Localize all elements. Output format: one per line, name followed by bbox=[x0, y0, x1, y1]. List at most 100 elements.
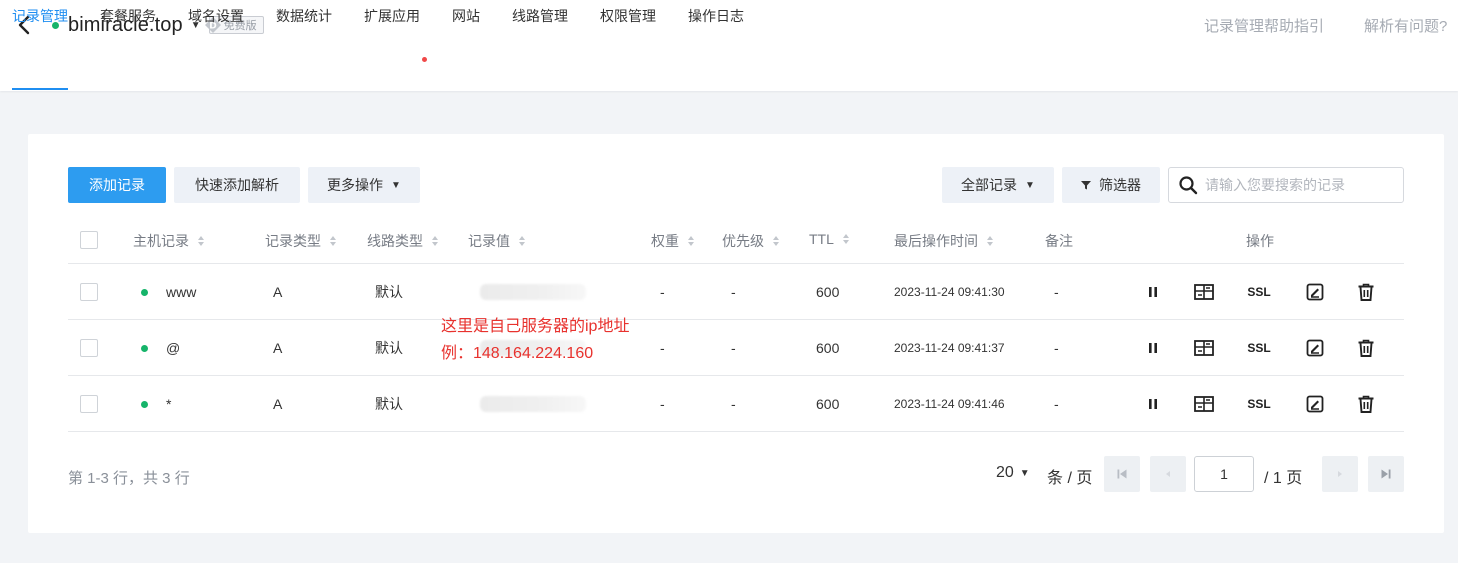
header-record-value[interactable]: 记录值 bbox=[468, 231, 525, 251]
load-balance-icon[interactable] bbox=[1193, 394, 1215, 414]
row-checkbox[interactable] bbox=[80, 283, 98, 301]
header-label: 备注 bbox=[1045, 233, 1073, 249]
tab-statistics[interactable]: 数据统计 bbox=[276, 6, 332, 26]
tab-plan-service[interactable]: 套餐服务 bbox=[100, 6, 156, 26]
next-page-button[interactable] bbox=[1322, 456, 1358, 492]
trash-icon[interactable] bbox=[1355, 394, 1377, 414]
header-line-type[interactable]: 线路类型 bbox=[367, 231, 438, 251]
last-modified-cell: 2023-11-24 09:41:46 bbox=[894, 397, 1005, 411]
row-checkbox[interactable] bbox=[80, 395, 98, 413]
header-record-type[interactable]: 记录类型 bbox=[265, 231, 336, 251]
redacted-record-value bbox=[480, 396, 586, 412]
header-priority[interactable]: 优先级 bbox=[722, 231, 779, 251]
header-weight[interactable]: 权重 bbox=[651, 231, 694, 251]
line-type-cell: 默认 bbox=[375, 284, 403, 300]
tab-operation-log[interactable]: 操作日志 bbox=[688, 6, 744, 26]
edit-icon[interactable] bbox=[1304, 282, 1326, 302]
search-input[interactable] bbox=[1205, 177, 1395, 193]
resolve-problem-link[interactable]: 解析有问题? bbox=[1364, 15, 1447, 36]
header-last-modified[interactable]: 最后操作时间 bbox=[894, 231, 993, 251]
tab-domain-settings[interactable]: 域名设置 bbox=[188, 6, 244, 26]
filter-label: 筛选器 bbox=[1099, 177, 1141, 193]
tab-extensions[interactable]: 扩展应用 bbox=[364, 6, 420, 26]
search-icon bbox=[1179, 176, 1198, 195]
trash-icon[interactable] bbox=[1355, 282, 1377, 302]
pause-icon[interactable] bbox=[1142, 282, 1164, 302]
load-balance-icon[interactable] bbox=[1193, 282, 1215, 302]
weight-cell: - bbox=[660, 396, 665, 412]
record-type-cell: A bbox=[273, 284, 283, 300]
next-page-icon bbox=[1338, 471, 1342, 477]
record-help-link[interactable]: 记录管理帮助指引 bbox=[1204, 15, 1324, 36]
prev-page-button[interactable] bbox=[1150, 456, 1186, 492]
tab-line-management[interactable]: 线路管理 bbox=[512, 6, 568, 26]
last-modified-cell: 2023-11-24 09:41:30 bbox=[894, 285, 1005, 299]
tab-website[interactable]: 网站 bbox=[452, 6, 480, 26]
ssl-icon[interactable]: SSL bbox=[1246, 338, 1272, 358]
tab-record-management[interactable]: 记录管理 bbox=[12, 6, 68, 26]
remark-cell: - bbox=[1054, 284, 1059, 300]
host-record-cell: www bbox=[166, 284, 197, 300]
trash-icon[interactable] bbox=[1355, 338, 1377, 358]
all-records-label: 全部记录 bbox=[961, 177, 1018, 193]
funnel-icon bbox=[1081, 181, 1091, 190]
sort-icon bbox=[773, 236, 779, 246]
edit-icon[interactable] bbox=[1304, 338, 1326, 358]
page-size-value: 20 bbox=[996, 464, 1014, 481]
divider bbox=[68, 431, 1404, 432]
edit-icon[interactable] bbox=[1304, 394, 1326, 414]
last-page-button[interactable] bbox=[1368, 456, 1404, 492]
load-balance-icon[interactable] bbox=[1193, 338, 1215, 358]
more-operations-label: 更多操作 bbox=[327, 177, 384, 193]
all-records-dropdown[interactable]: 全部记录 ▼ bbox=[942, 167, 1054, 203]
table-row: @ A 默认 - - 600 2023-11-24 09:41:37 - SSL bbox=[28, 320, 1444, 376]
active-tab-indicator bbox=[12, 88, 68, 90]
sort-icon bbox=[688, 236, 694, 246]
table-row: www A 默认 - - 600 2023-11-24 09:41:30 - S… bbox=[28, 264, 1444, 320]
first-page-button[interactable] bbox=[1104, 456, 1140, 492]
pause-icon[interactable] bbox=[1142, 338, 1164, 358]
header-host-record[interactable]: 主机记录 bbox=[133, 231, 204, 251]
pause-icon[interactable] bbox=[1142, 394, 1164, 414]
ttl-cell: 600 bbox=[816, 396, 840, 412]
redacted-record-value bbox=[480, 284, 586, 300]
header-label: 优先级 bbox=[722, 233, 764, 249]
row-summary: 第 1-3 行，共 3 行 bbox=[68, 470, 190, 487]
priority-cell: - bbox=[731, 284, 736, 300]
ssl-icon[interactable]: SSL bbox=[1246, 282, 1272, 302]
header-label: 最后操作时间 bbox=[894, 233, 978, 249]
weight-cell: - bbox=[660, 284, 665, 300]
last-modified-cell: 2023-11-24 09:41:37 bbox=[894, 341, 1005, 355]
header-operations: 操作 bbox=[1246, 231, 1274, 251]
header-label: 权重 bbox=[651, 233, 679, 249]
header-label: 记录类型 bbox=[265, 233, 321, 249]
add-record-button[interactable]: 添加记录 bbox=[68, 167, 166, 203]
header-label: 操作 bbox=[1246, 233, 1274, 249]
header-ttl[interactable]: TTL bbox=[809, 231, 849, 247]
ssl-icon[interactable]: SSL bbox=[1246, 394, 1272, 414]
caret-down-icon: ▼ bbox=[1025, 179, 1035, 191]
header-label: TTL bbox=[809, 231, 834, 247]
quick-add-button[interactable]: 快速添加解析 bbox=[174, 167, 300, 203]
header-label: 记录值 bbox=[468, 233, 510, 249]
host-record-cell: * bbox=[166, 396, 172, 412]
page-size-select[interactable]: 20 ▼ bbox=[996, 464, 1030, 482]
filter-button[interactable]: 筛选器 bbox=[1062, 167, 1160, 203]
record-type-cell: A bbox=[273, 396, 283, 412]
prev-page-icon bbox=[1166, 471, 1170, 477]
line-type-cell: 默认 bbox=[375, 340, 403, 356]
record-status-dot bbox=[141, 400, 148, 408]
select-all-checkbox[interactable] bbox=[80, 231, 98, 249]
row-checkbox[interactable] bbox=[80, 339, 98, 357]
records-card: 添加记录 快速添加解析 更多操作 ▼ 全部记录 ▼ 筛选器 主机记录 记录类型 线路… bbox=[28, 134, 1444, 533]
caret-down-icon: ▼ bbox=[1019, 467, 1030, 479]
ttl-cell: 600 bbox=[816, 284, 840, 300]
first-page-icon bbox=[1117, 469, 1127, 479]
sort-icon bbox=[330, 236, 336, 246]
annotation-line-1: 这里是自己服务器的ip地址 bbox=[441, 318, 630, 335]
page-number-input[interactable] bbox=[1194, 456, 1254, 492]
tab-permissions[interactable]: 权限管理 bbox=[600, 6, 656, 26]
record-status-dot bbox=[141, 344, 148, 352]
more-operations-button[interactable]: 更多操作 ▼ bbox=[308, 167, 420, 203]
per-page-label: 条 / 页 bbox=[1047, 470, 1093, 487]
